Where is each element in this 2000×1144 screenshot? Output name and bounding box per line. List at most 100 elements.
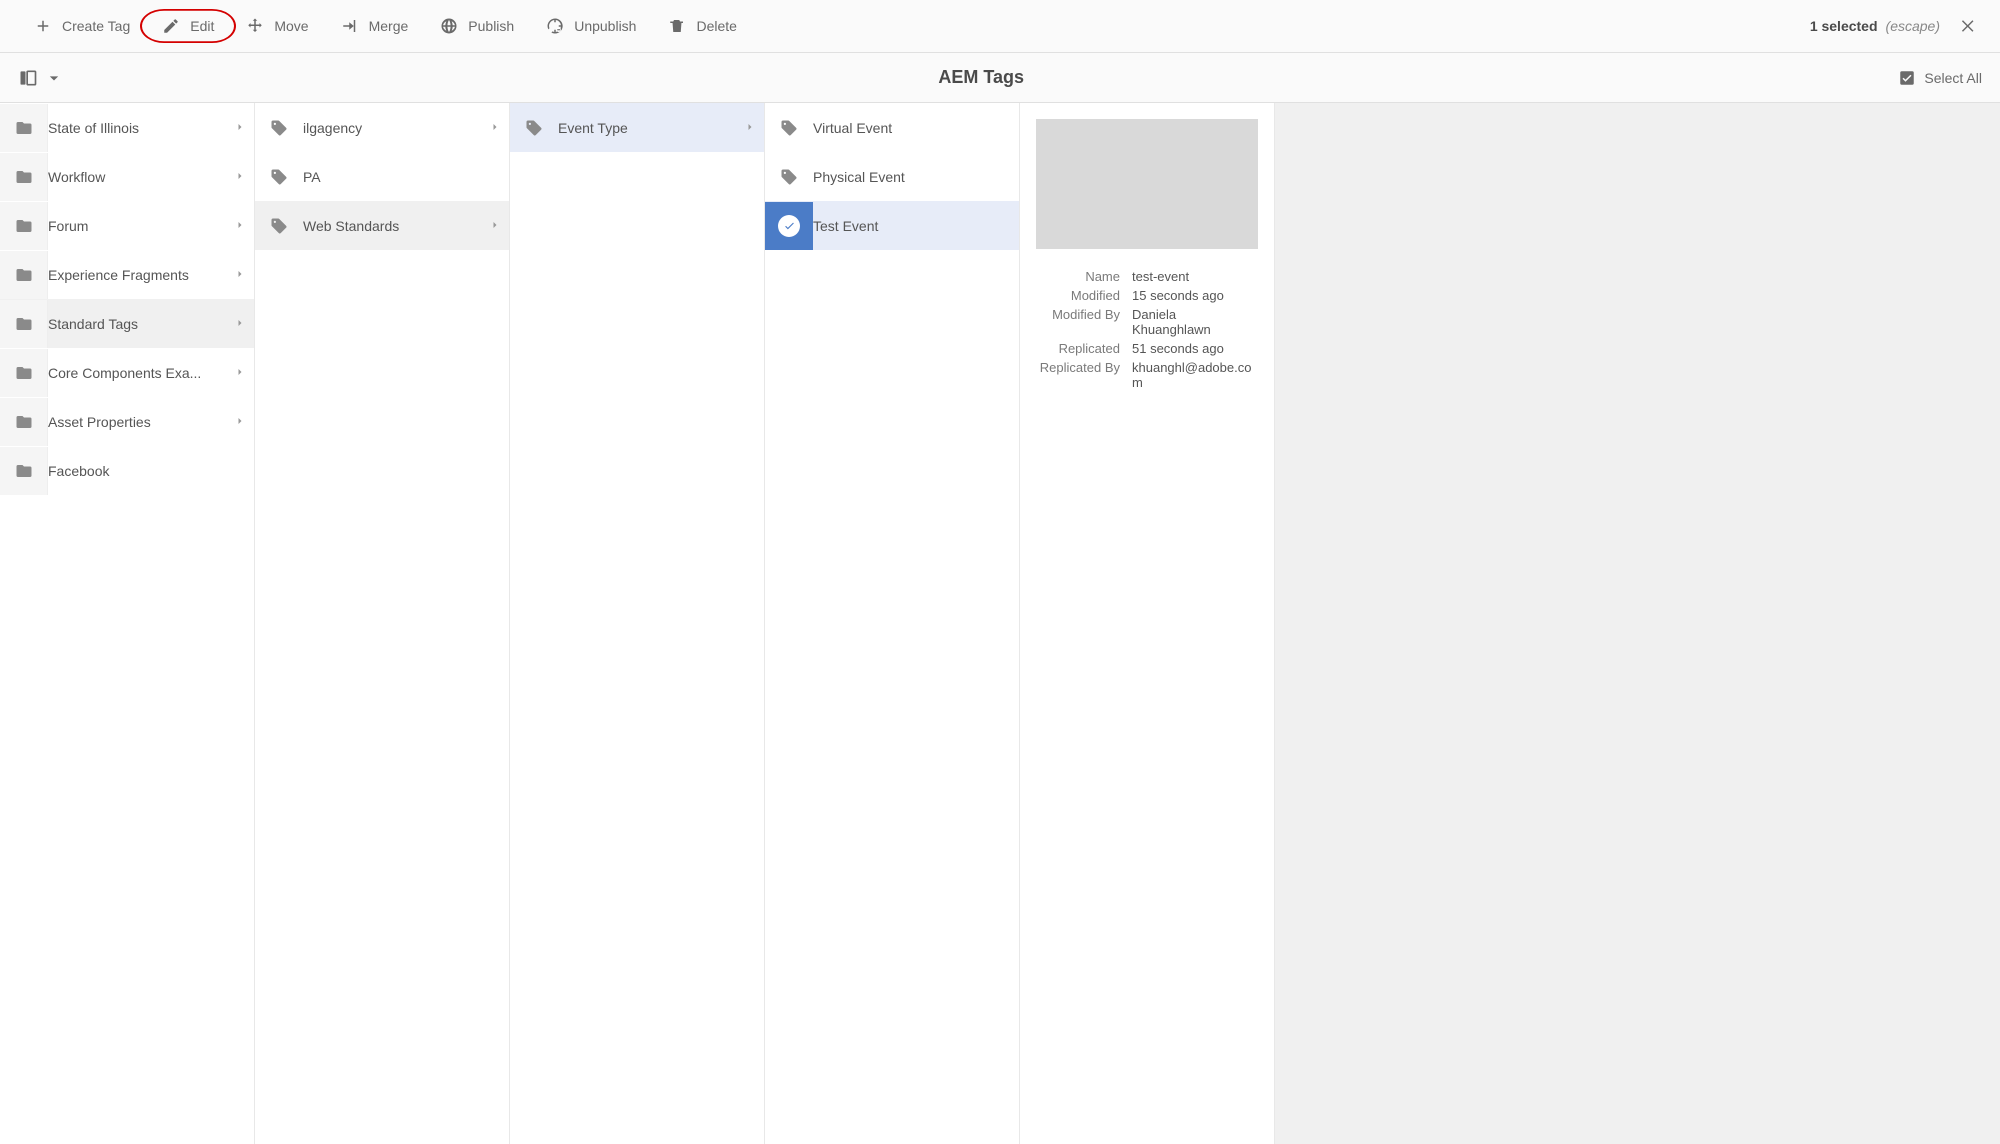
folder-icon[interactable] xyxy=(0,104,48,152)
chevron-right-icon xyxy=(226,316,254,332)
column-item-label: State of Illinois xyxy=(48,120,226,136)
chevron-right-icon xyxy=(226,169,254,185)
move-icon xyxy=(246,17,264,35)
column-item[interactable]: Physical Event xyxy=(765,152,1019,201)
tag-icon[interactable] xyxy=(255,104,303,152)
column-4: Virtual Event Physical Event Test Event xyxy=(765,103,1020,1144)
column-item[interactable]: Event Type xyxy=(510,103,764,152)
publish-label: Publish xyxy=(468,18,514,34)
chevron-right-icon xyxy=(481,218,509,234)
column-item[interactable]: Facebook xyxy=(0,446,254,495)
folder-icon[interactable] xyxy=(0,398,48,446)
prop-replicated-key: Replicated xyxy=(1036,341,1120,356)
globe-off-icon xyxy=(546,17,564,35)
plus-icon xyxy=(34,17,52,35)
toolbar-right: 1 selected (escape) xyxy=(1810,12,1982,40)
prop-replicated-by-key: Replicated By xyxy=(1036,360,1120,390)
merge-icon xyxy=(341,17,359,35)
prop-modified-by-key: Modified By xyxy=(1036,307,1120,337)
column-item-label: PA xyxy=(303,169,509,185)
trash-icon xyxy=(668,17,686,35)
column-item-label: Workflow xyxy=(48,169,226,185)
deselect-button[interactable] xyxy=(1954,12,1982,40)
column-item[interactable]: Test Event xyxy=(765,201,1019,250)
column-3: Event Type xyxy=(510,103,765,1144)
merge-button[interactable]: Merge xyxy=(325,8,425,44)
column-1: State of Illinois Workflow Forum Experience… xyxy=(0,103,255,1144)
column-item[interactable]: Workflow xyxy=(0,152,254,201)
folder-icon[interactable] xyxy=(0,202,48,250)
select-all-button[interactable]: Select All xyxy=(1898,69,1982,87)
column-item[interactable]: Asset Properties xyxy=(0,397,254,446)
column-item[interactable]: Core Components Exa... xyxy=(0,348,254,397)
column-item-label: ilgagency xyxy=(303,120,481,136)
close-icon xyxy=(1959,17,1977,35)
selection-count: 1 selected xyxy=(1810,18,1878,34)
column-spacer xyxy=(1275,103,2000,1144)
column-item-label: Facebook xyxy=(48,463,254,479)
tag-icon[interactable] xyxy=(510,104,558,152)
column-item-label: Virtual Event xyxy=(813,120,1019,136)
column-item-label: Standard Tags xyxy=(48,316,226,332)
column-item-label: Web Standards xyxy=(303,218,481,234)
select-all-label: Select All xyxy=(1924,70,1982,86)
select-all-icon xyxy=(1898,69,1916,87)
unpublish-button[interactable]: Unpublish xyxy=(530,8,652,44)
globe-icon xyxy=(440,17,458,35)
prop-name-value: test-event xyxy=(1132,269,1258,284)
folder-icon[interactable] xyxy=(0,447,48,495)
column-item[interactable]: ilgagency xyxy=(255,103,509,152)
chevron-right-icon xyxy=(481,120,509,136)
column-item[interactable]: Forum xyxy=(0,201,254,250)
column-item-label: Test Event xyxy=(813,218,1019,234)
detail-properties: Name test-event Modified 15 seconds ago … xyxy=(1036,269,1258,390)
toolbar-left: Create Tag Edit Move Merge Publish Unpub… xyxy=(18,8,1810,44)
chevron-right-icon xyxy=(226,218,254,234)
column-browser: State of Illinois Workflow Forum Experience… xyxy=(0,103,2000,1144)
create-tag-button[interactable]: Create Tag xyxy=(18,8,146,44)
publish-button[interactable]: Publish xyxy=(424,8,530,44)
prop-name-key: Name xyxy=(1036,269,1120,284)
tag-icon[interactable] xyxy=(765,153,813,201)
move-button[interactable]: Move xyxy=(230,8,324,44)
column-item[interactable]: Experience Fragments xyxy=(0,250,254,299)
folder-icon[interactable] xyxy=(0,300,48,348)
page-title: AEM Tags xyxy=(64,67,1898,88)
tag-icon[interactable] xyxy=(765,104,813,152)
prop-modified-key: Modified xyxy=(1036,288,1120,303)
edit-label: Edit xyxy=(190,18,214,34)
pencil-icon xyxy=(162,17,180,35)
sub-header: AEM Tags Select All xyxy=(0,53,2000,103)
prop-modified-by-value: Daniela Khuanghlawn xyxy=(1132,307,1258,337)
detail-panel: Name test-event Modified 15 seconds ago … xyxy=(1020,103,1275,1144)
folder-icon[interactable] xyxy=(0,153,48,201)
chevron-right-icon xyxy=(226,414,254,430)
delete-button[interactable]: Delete xyxy=(652,8,752,44)
rail-toggle-button[interactable] xyxy=(18,68,64,88)
tag-icon[interactable] xyxy=(255,202,303,250)
folder-icon[interactable] xyxy=(0,251,48,299)
create-tag-label: Create Tag xyxy=(62,18,130,34)
folder-icon[interactable] xyxy=(0,349,48,397)
column-item[interactable]: Virtual Event xyxy=(765,103,1019,152)
chevron-down-icon xyxy=(44,68,64,88)
column-item-label: Physical Event xyxy=(813,169,1019,185)
rail-icon xyxy=(18,68,38,88)
move-label: Move xyxy=(274,18,308,34)
edit-button[interactable]: Edit xyxy=(146,8,230,44)
column-item-label: Core Components Exa... xyxy=(48,365,226,381)
column-2: ilgagency PA Web Standards xyxy=(255,103,510,1144)
column-item[interactable]: Web Standards xyxy=(255,201,509,250)
unpublish-label: Unpublish xyxy=(574,18,636,34)
column-item-label: Experience Fragments xyxy=(48,267,226,283)
chevron-right-icon xyxy=(226,365,254,381)
merge-label: Merge xyxy=(369,18,409,34)
column-item[interactable]: PA xyxy=(255,152,509,201)
column-item[interactable]: State of Illinois xyxy=(0,103,254,152)
column-item-label: Forum xyxy=(48,218,226,234)
action-toolbar: Create Tag Edit Move Merge Publish Unpub… xyxy=(0,0,2000,53)
selection-check-icon[interactable] xyxy=(765,202,813,250)
column-item[interactable]: Standard Tags xyxy=(0,299,254,348)
column-item-label: Event Type xyxy=(558,120,736,136)
tag-icon[interactable] xyxy=(255,153,303,201)
